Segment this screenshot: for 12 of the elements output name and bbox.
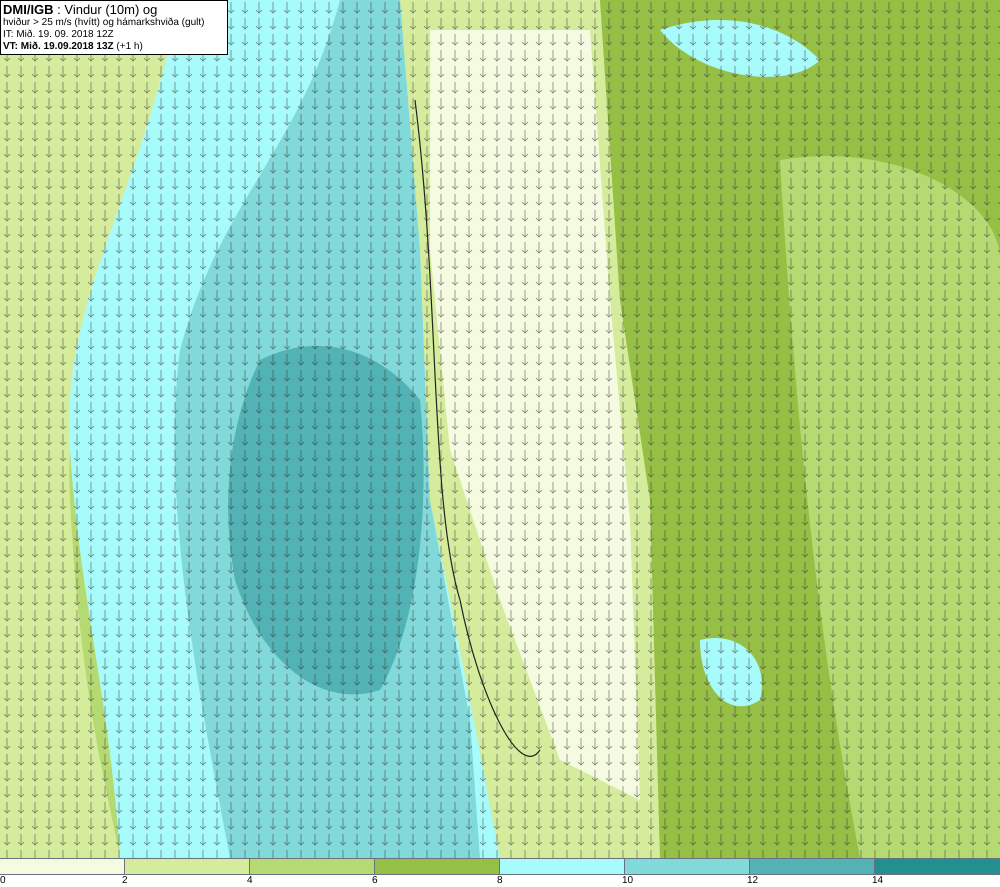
scale-tick-label: 10 — [622, 875, 634, 887]
scale-tick-label: 14 — [872, 875, 884, 887]
scale-tick-label: 2 — [122, 875, 128, 887]
scale-tick-label: 12 — [747, 875, 758, 887]
info-text-line: DMI/IGB : Vindur (10m) og — [3, 2, 158, 17]
scale-tick-label: 4 — [247, 875, 253, 887]
info-text-line: VT: Mið. 19.09.2018 13Z (+1 h) — [3, 41, 144, 53]
scale-tick-label: 8 — [497, 875, 503, 887]
scale-tick-label: 0 — [0, 875, 6, 887]
info-text-line: IT: Mið. 19. 09. 2018 12Z — [3, 29, 115, 41]
scale-tick-label: 6 — [372, 875, 378, 887]
info-text-line: hviður > 25 m/s (hvítt) og hámarkshviða (gult) — [3, 17, 206, 29]
